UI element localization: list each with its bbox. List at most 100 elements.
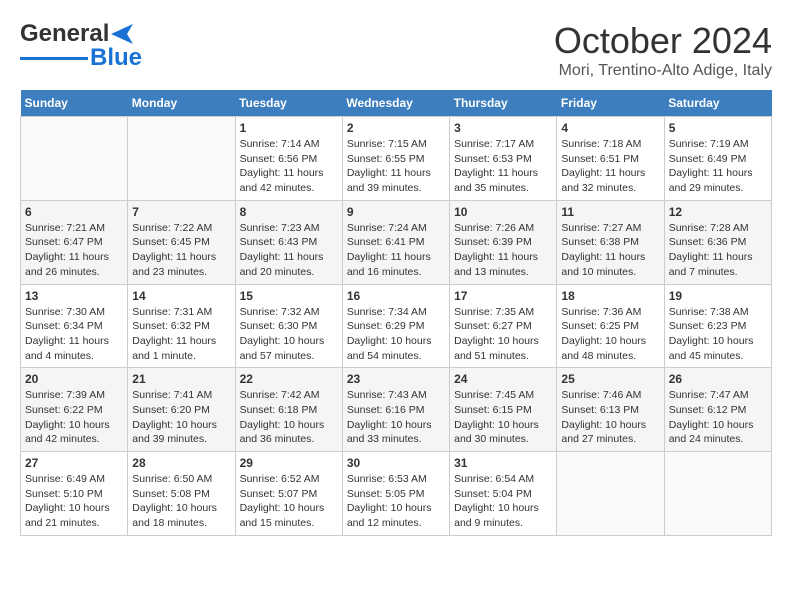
calendar-cell: 29Sunrise: 6:52 AMSunset: 5:07 PMDayligh…: [235, 452, 342, 536]
day-number: 22: [240, 372, 338, 386]
day-number: 28: [132, 456, 230, 470]
day-info: Sunrise: 7:34 AMSunset: 6:29 PMDaylight:…: [347, 305, 445, 364]
calendar-cell: 28 Sunrise: 6:50 AMSunset: 5:08 PMDayligh…: [128, 452, 235, 536]
day-info: Sunrise: 7:15 AMSunset: 6:55 PMDaylight:…: [347, 137, 445, 196]
day-number: 15: [240, 289, 338, 303]
month-title: October 2024: [554, 20, 772, 62]
calendar-cell: 24 Sunrise: 7:45 AMSunset: 6:15 PMDayligh…: [450, 368, 557, 452]
day-info: Sunrise: 7:36 AMSunset: 6:25 PMDaylight:…: [561, 305, 659, 364]
day-number: 3: [454, 121, 552, 135]
day-number: 19: [669, 289, 767, 303]
day-info: Sunrise: 6:50 AMSunset: 5:08 PMDaylight:…: [132, 472, 230, 531]
calendar-cell: 6Sunrise: 7:21 AMSunset: 6:47 PMDaylight…: [21, 200, 128, 284]
calendar-cell: 3 Sunrise: 7:17 AMSunset: 6:53 PMDaylight…: [450, 117, 557, 201]
day-info: Sunrise: 6:49 AMSunset: 5:10 PMDaylight:…: [25, 472, 123, 531]
day-number: 20: [25, 372, 123, 386]
col-header-wednesday: Wednesday: [342, 90, 449, 117]
calendar-week-row: 27 Sunrise: 6:49 AMSunset: 5:10 PMDayligh…: [21, 452, 772, 536]
day-info: Sunrise: 7:35 AMSunset: 6:27 PMDaylight:…: [454, 305, 552, 364]
day-number: 18: [561, 289, 659, 303]
calendar-cell: 9 Sunrise: 7:24 AMSunset: 6:41 PMDaylight…: [342, 200, 449, 284]
calendar-cell: [557, 452, 664, 536]
calendar-week-row: 1Sunrise: 7:14 AMSunset: 6:56 PMDaylight…: [21, 117, 772, 201]
day-info: Sunrise: 7:17 AMSunset: 6:53 PMDaylight:…: [454, 137, 552, 196]
day-info: Sunrise: 7:26 AMSunset: 6:39 PMDaylight:…: [454, 221, 552, 280]
calendar-cell: 27 Sunrise: 6:49 AMSunset: 5:10 PMDayligh…: [21, 452, 128, 536]
day-number: 31: [454, 456, 552, 470]
calendar-cell: 13 Sunrise: 7:30 AMSunset: 6:34 PMDayligh…: [21, 284, 128, 368]
day-info: Sunrise: 7:32 AMSunset: 6:30 PMDaylight:…: [240, 305, 338, 364]
calendar-cell: 30 Sunrise: 6:53 AMSunset: 5:05 PMDayligh…: [342, 452, 449, 536]
calendar-cell: 22 Sunrise: 7:42 AMSunset: 6:18 PMDayligh…: [235, 368, 342, 452]
day-info: Sunrise: 7:47 AMSunset: 6:12 PMDaylight:…: [669, 388, 767, 447]
logo-blue: Blue: [90, 44, 142, 72]
day-number: 9: [347, 205, 445, 219]
calendar-cell: 5 Sunrise: 7:19 AMSunset: 6:49 PMDaylight…: [664, 117, 771, 201]
calendar-cell: 21 Sunrise: 7:41 AMSunset: 6:20 PMDayligh…: [128, 368, 235, 452]
day-info: Sunrise: 7:46 AMSunset: 6:13 PMDaylight:…: [561, 388, 659, 447]
logo: General Blue: [20, 20, 142, 72]
day-number: 6: [25, 205, 123, 219]
day-info: Sunrise: 7:43 AMSunset: 6:16 PMDaylight:…: [347, 388, 445, 447]
day-info: Sunrise: 7:42 AMSunset: 6:18 PMDaylight:…: [240, 388, 338, 447]
day-info: Sunrise: 7:19 AMSunset: 6:49 PMDaylight:…: [669, 137, 767, 196]
day-number: 10: [454, 205, 552, 219]
day-number: 27: [25, 456, 123, 470]
col-header-saturday: Saturday: [664, 90, 771, 117]
day-number: 24: [454, 372, 552, 386]
day-info: Sunrise: 7:24 AMSunset: 6:41 PMDaylight:…: [347, 221, 445, 280]
day-number: 21: [132, 372, 230, 386]
col-header-friday: Friday: [557, 90, 664, 117]
day-number: 23: [347, 372, 445, 386]
day-info: Sunrise: 7:31 AMSunset: 6:32 PMDaylight:…: [132, 305, 230, 364]
day-number: 13: [25, 289, 123, 303]
calendar-cell: 1Sunrise: 7:14 AMSunset: 6:56 PMDaylight…: [235, 117, 342, 201]
day-number: 4: [561, 121, 659, 135]
calendar-cell: 20Sunrise: 7:39 AMSunset: 6:22 PMDayligh…: [21, 368, 128, 452]
calendar-cell: [21, 117, 128, 201]
day-number: 26: [669, 372, 767, 386]
calendar-week-row: 20Sunrise: 7:39 AMSunset: 6:22 PMDayligh…: [21, 368, 772, 452]
day-info: Sunrise: 6:52 AMSunset: 5:07 PMDaylight:…: [240, 472, 338, 531]
calendar-cell: 11Sunrise: 7:27 AMSunset: 6:38 PMDayligh…: [557, 200, 664, 284]
day-number: 8: [240, 205, 338, 219]
day-info: Sunrise: 7:41 AMSunset: 6:20 PMDaylight:…: [132, 388, 230, 447]
day-info: Sunrise: 7:30 AMSunset: 6:34 PMDaylight:…: [25, 305, 123, 364]
day-number: 1: [240, 121, 338, 135]
day-number: 12: [669, 205, 767, 219]
col-header-monday: Monday: [128, 90, 235, 117]
calendar-cell: 4Sunrise: 7:18 AMSunset: 6:51 PMDaylight…: [557, 117, 664, 201]
col-header-thursday: Thursday: [450, 90, 557, 117]
day-number: 14: [132, 289, 230, 303]
calendar-cell: 25Sunrise: 7:46 AMSunset: 6:13 PMDayligh…: [557, 368, 664, 452]
day-info: Sunrise: 7:28 AMSunset: 6:36 PMDaylight:…: [669, 221, 767, 280]
calendar-week-row: 6Sunrise: 7:21 AMSunset: 6:47 PMDaylight…: [21, 200, 772, 284]
calendar-cell: 23 Sunrise: 7:43 AMSunset: 6:16 PMDayligh…: [342, 368, 449, 452]
day-info: Sunrise: 7:45 AMSunset: 6:15 PMDaylight:…: [454, 388, 552, 447]
day-number: 30: [347, 456, 445, 470]
calendar-cell: 18 Sunrise: 7:36 AMSunset: 6:25 PMDayligh…: [557, 284, 664, 368]
day-number: 17: [454, 289, 552, 303]
day-number: 7: [132, 205, 230, 219]
title-section: October 2024 Mori, Trentino-Alto Adige, …: [554, 20, 772, 80]
calendar-cell: 12 Sunrise: 7:28 AMSunset: 6:36 PMDayligh…: [664, 200, 771, 284]
day-info: Sunrise: 7:27 AMSunset: 6:38 PMDaylight:…: [561, 221, 659, 280]
calendar-header-row: SundayMondayTuesdayWednesdayThursdayFrid…: [21, 90, 772, 117]
day-info: Sunrise: 6:54 AMSunset: 5:04 PMDaylight:…: [454, 472, 552, 531]
day-info: Sunrise: 6:53 AMSunset: 5:05 PMDaylight:…: [347, 472, 445, 531]
day-number: 16: [347, 289, 445, 303]
calendar-cell: 2Sunrise: 7:15 AMSunset: 6:55 PMDaylight…: [342, 117, 449, 201]
calendar-table: SundayMondayTuesdayWednesdayThursdayFrid…: [20, 90, 772, 536]
calendar-cell: 16 Sunrise: 7:34 AMSunset: 6:29 PMDayligh…: [342, 284, 449, 368]
location: Mori, Trentino-Alto Adige, Italy: [554, 62, 772, 80]
col-header-tuesday: Tuesday: [235, 90, 342, 117]
day-number: 5: [669, 121, 767, 135]
calendar-cell: 19 Sunrise: 7:38 AMSunset: 6:23 PMDayligh…: [664, 284, 771, 368]
day-info: Sunrise: 7:38 AMSunset: 6:23 PMDaylight:…: [669, 305, 767, 364]
page-header: General Blue October 2024 Mori, Trentino…: [20, 20, 772, 80]
calendar-cell: 10 Sunrise: 7:26 AMSunset: 6:39 PMDayligh…: [450, 200, 557, 284]
calendar-cell: 14 Sunrise: 7:31 AMSunset: 6:32 PMDayligh…: [128, 284, 235, 368]
calendar-cell: [664, 452, 771, 536]
calendar-week-row: 13 Sunrise: 7:30 AMSunset: 6:34 PMDayligh…: [21, 284, 772, 368]
logo-bird-icon: [111, 24, 133, 44]
